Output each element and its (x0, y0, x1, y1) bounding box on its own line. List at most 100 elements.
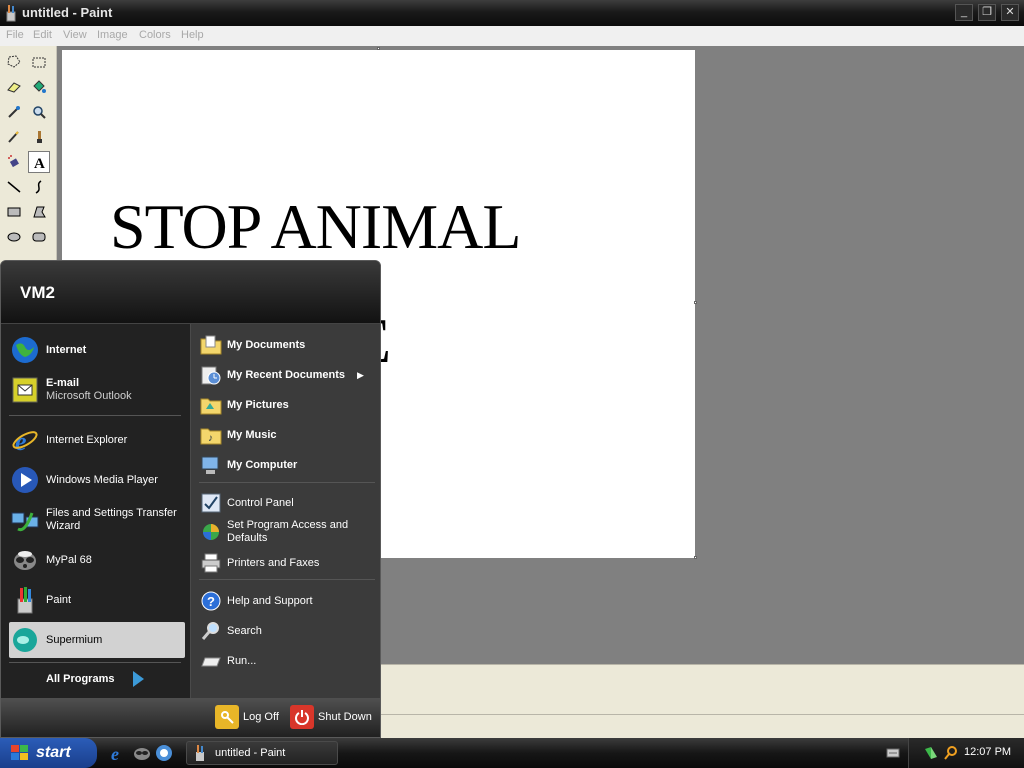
key-icon (215, 705, 239, 729)
my-music[interactable]: ♪ My Music (199, 423, 277, 447)
rectangle-tool[interactable] (3, 201, 25, 223)
svg-text:♪: ♪ (208, 433, 213, 444)
user-name: VM2 (20, 283, 55, 302)
printers-and-faxes[interactable]: Printers and Faxes (199, 551, 319, 575)
separator (199, 482, 375, 483)
curve-icon (35, 180, 42, 194)
program-access-icon (199, 520, 223, 544)
my-computer[interactable]: My Computer (199, 453, 297, 477)
free-form-select-tool[interactable] (3, 51, 25, 73)
start-menu-footer: Log Off Shut Down (1, 698, 380, 737)
resize-handle-right[interactable] (694, 301, 697, 304)
menu-image[interactable]: Image (97, 29, 128, 41)
start-label: start (36, 744, 71, 761)
pinned-email-sub: Microsoft Outlook (46, 390, 132, 402)
quicklaunch-mypal-icon[interactable] (132, 743, 152, 763)
separator (9, 415, 181, 416)
menu-help[interactable]: Help (181, 29, 204, 41)
pinned-internet[interactable]: Internet (9, 332, 185, 368)
search-icon (199, 619, 223, 643)
recent-mypal[interactable]: MyPal 68 (9, 542, 185, 578)
my-pictures[interactable]: My Pictures (199, 393, 289, 417)
polygon-tool[interactable] (28, 201, 50, 223)
rounded-rectangle-tool[interactable] (28, 226, 50, 248)
text-tool[interactable]: A (28, 151, 50, 173)
pick-color-tool[interactable] (3, 101, 25, 123)
submenu-arrow-icon: ▶ (356, 369, 364, 380)
pinned-internet-label: Internet (46, 343, 87, 356)
menu-file[interactable]: File (6, 29, 24, 41)
free-form-select-icon (7, 55, 21, 68)
text-icon: A (34, 156, 45, 170)
start-button[interactable]: start (0, 738, 97, 768)
curve-tool[interactable] (28, 176, 50, 198)
rectangle-icon (7, 207, 21, 217)
menu-view[interactable]: View (63, 29, 87, 41)
polygon-icon (33, 206, 46, 218)
outlook-icon (9, 374, 41, 406)
taskbar-item-paint[interactable]: untitled - Paint (186, 741, 338, 765)
quicklaunch-supermium-icon[interactable] (154, 743, 174, 763)
recent-supermium[interactable]: Supermium (9, 622, 185, 658)
resize-handle-corner[interactable] (694, 556, 697, 559)
control-panel-label: Control Panel (227, 496, 294, 509)
log-off-button[interactable]: Log Off (215, 705, 279, 729)
ellipse-tool[interactable] (3, 226, 25, 248)
set-program-access-label: Set Program Access and (227, 519, 349, 531)
separator (199, 579, 375, 580)
supermium-icon (9, 624, 41, 656)
transfer-wizard-icon (9, 504, 41, 536)
paint-app-icon (6, 5, 16, 22)
recent-files-settings-transfer[interactable]: Files and Settings Transfer Wizard (9, 500, 185, 540)
magnifier-tool[interactable] (28, 101, 50, 123)
separator (9, 662, 181, 663)
resize-handle-top[interactable] (377, 47, 380, 50)
minimize-button[interactable]: _ (955, 4, 973, 21)
recent-paint-label: Paint (46, 593, 72, 606)
set-program-access[interactable]: Set Program Access and Defaults (199, 519, 348, 545)
pencil-tool[interactable] (3, 126, 25, 148)
my-recent-documents[interactable]: My Recent Documents ▶ (199, 363, 364, 387)
recent-windows-media-player[interactable]: Windows Media Player (9, 462, 185, 498)
brush-icon (37, 131, 42, 143)
recent-supermium-label: Supermium (46, 633, 103, 646)
pinned-email[interactable]: E-mail Microsoft Outlook (9, 372, 185, 408)
fill-tool[interactable] (28, 76, 50, 98)
line-tool[interactable] (3, 176, 25, 198)
eraser-tool[interactable] (3, 76, 25, 98)
folder-music-icon: ♪ (199, 423, 223, 447)
search[interactable]: Search (199, 619, 262, 643)
control-panel[interactable]: Control Panel (199, 491, 294, 515)
brush-tool[interactable] (28, 126, 50, 148)
search-tray-icon[interactable] (943, 745, 959, 761)
folder-pictures-icon (199, 393, 223, 417)
network-icon[interactable] (923, 745, 939, 761)
magnifier-icon (33, 106, 46, 119)
menu-edit[interactable]: Edit (33, 29, 52, 41)
select-tool[interactable] (28, 51, 50, 73)
recent-internet-explorer[interactable]: e Internet Explorer (9, 422, 185, 458)
title-bar[interactable]: untitled - Paint _ ❐ ✕ (0, 0, 1024, 26)
canvas-text-line-1: STOP ANIMAL (110, 191, 521, 262)
maximize-button[interactable]: ❐ (978, 4, 996, 21)
my-documents[interactable]: My Documents (199, 333, 305, 357)
svg-text:?: ? (207, 594, 215, 609)
paint-task-icon (196, 745, 204, 761)
shut-down-button[interactable]: Shut Down (290, 705, 372, 729)
menu-colors[interactable]: Colors (139, 29, 171, 41)
windows-logo-icon (11, 745, 28, 760)
close-button[interactable]: ✕ (1001, 4, 1019, 21)
help-and-support[interactable]: ? Help and Support (199, 589, 313, 613)
recent-files-settings-transfer-label-2: Wizard (46, 520, 81, 532)
help-and-support-label: Help and Support (227, 594, 313, 607)
fill-bucket-icon (33, 80, 46, 93)
run[interactable]: Run... (199, 649, 256, 673)
media-player-icon (9, 464, 41, 496)
my-music-label: My Music (227, 428, 277, 441)
all-programs-button[interactable]: All Programs (46, 673, 114, 685)
quicklaunch-ie-icon[interactable]: e (108, 743, 128, 763)
clock: 12:07 PM (964, 746, 1012, 758)
airbrush-tool[interactable] (3, 151, 25, 173)
recent-paint[interactable]: Paint (9, 582, 185, 618)
keyboard-icon[interactable] (886, 747, 900, 759)
